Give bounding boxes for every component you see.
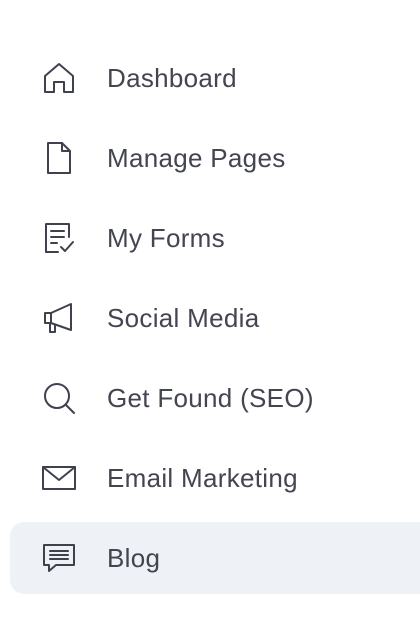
envelope-icon bbox=[40, 459, 78, 497]
sidebar-item-my-forms[interactable]: My Forms bbox=[0, 202, 420, 274]
sidebar-item-email-marketing[interactable]: Email Marketing bbox=[0, 442, 420, 514]
sidebar-item-label: Manage Pages bbox=[107, 142, 286, 173]
sidebar-nav: Dashboard Manage Pages My Forms Social M… bbox=[0, 42, 420, 602]
sidebar-item-seo[interactable]: Get Found (SEO) bbox=[0, 362, 420, 434]
sidebar-item-dashboard[interactable]: Dashboard bbox=[0, 42, 420, 114]
home-icon bbox=[40, 59, 78, 97]
chat-lines-icon bbox=[40, 539, 78, 577]
sidebar-item-label: Get Found (SEO) bbox=[107, 382, 314, 413]
sidebar-item-label: My Forms bbox=[107, 222, 225, 253]
sidebar-item-blog[interactable]: Blog bbox=[10, 522, 420, 594]
sidebar-item-label: Email Marketing bbox=[107, 462, 298, 493]
form-check-icon bbox=[40, 219, 78, 257]
sidebar-item-label: Blog bbox=[107, 542, 161, 573]
megaphone-icon bbox=[40, 299, 78, 337]
search-icon bbox=[40, 379, 78, 417]
sidebar-item-label: Social Media bbox=[107, 302, 260, 333]
sidebar-item-label: Dashboard bbox=[107, 62, 237, 93]
page-icon bbox=[40, 139, 78, 177]
sidebar-item-manage-pages[interactable]: Manage Pages bbox=[0, 122, 420, 194]
sidebar-item-social-media[interactable]: Social Media bbox=[0, 282, 420, 354]
